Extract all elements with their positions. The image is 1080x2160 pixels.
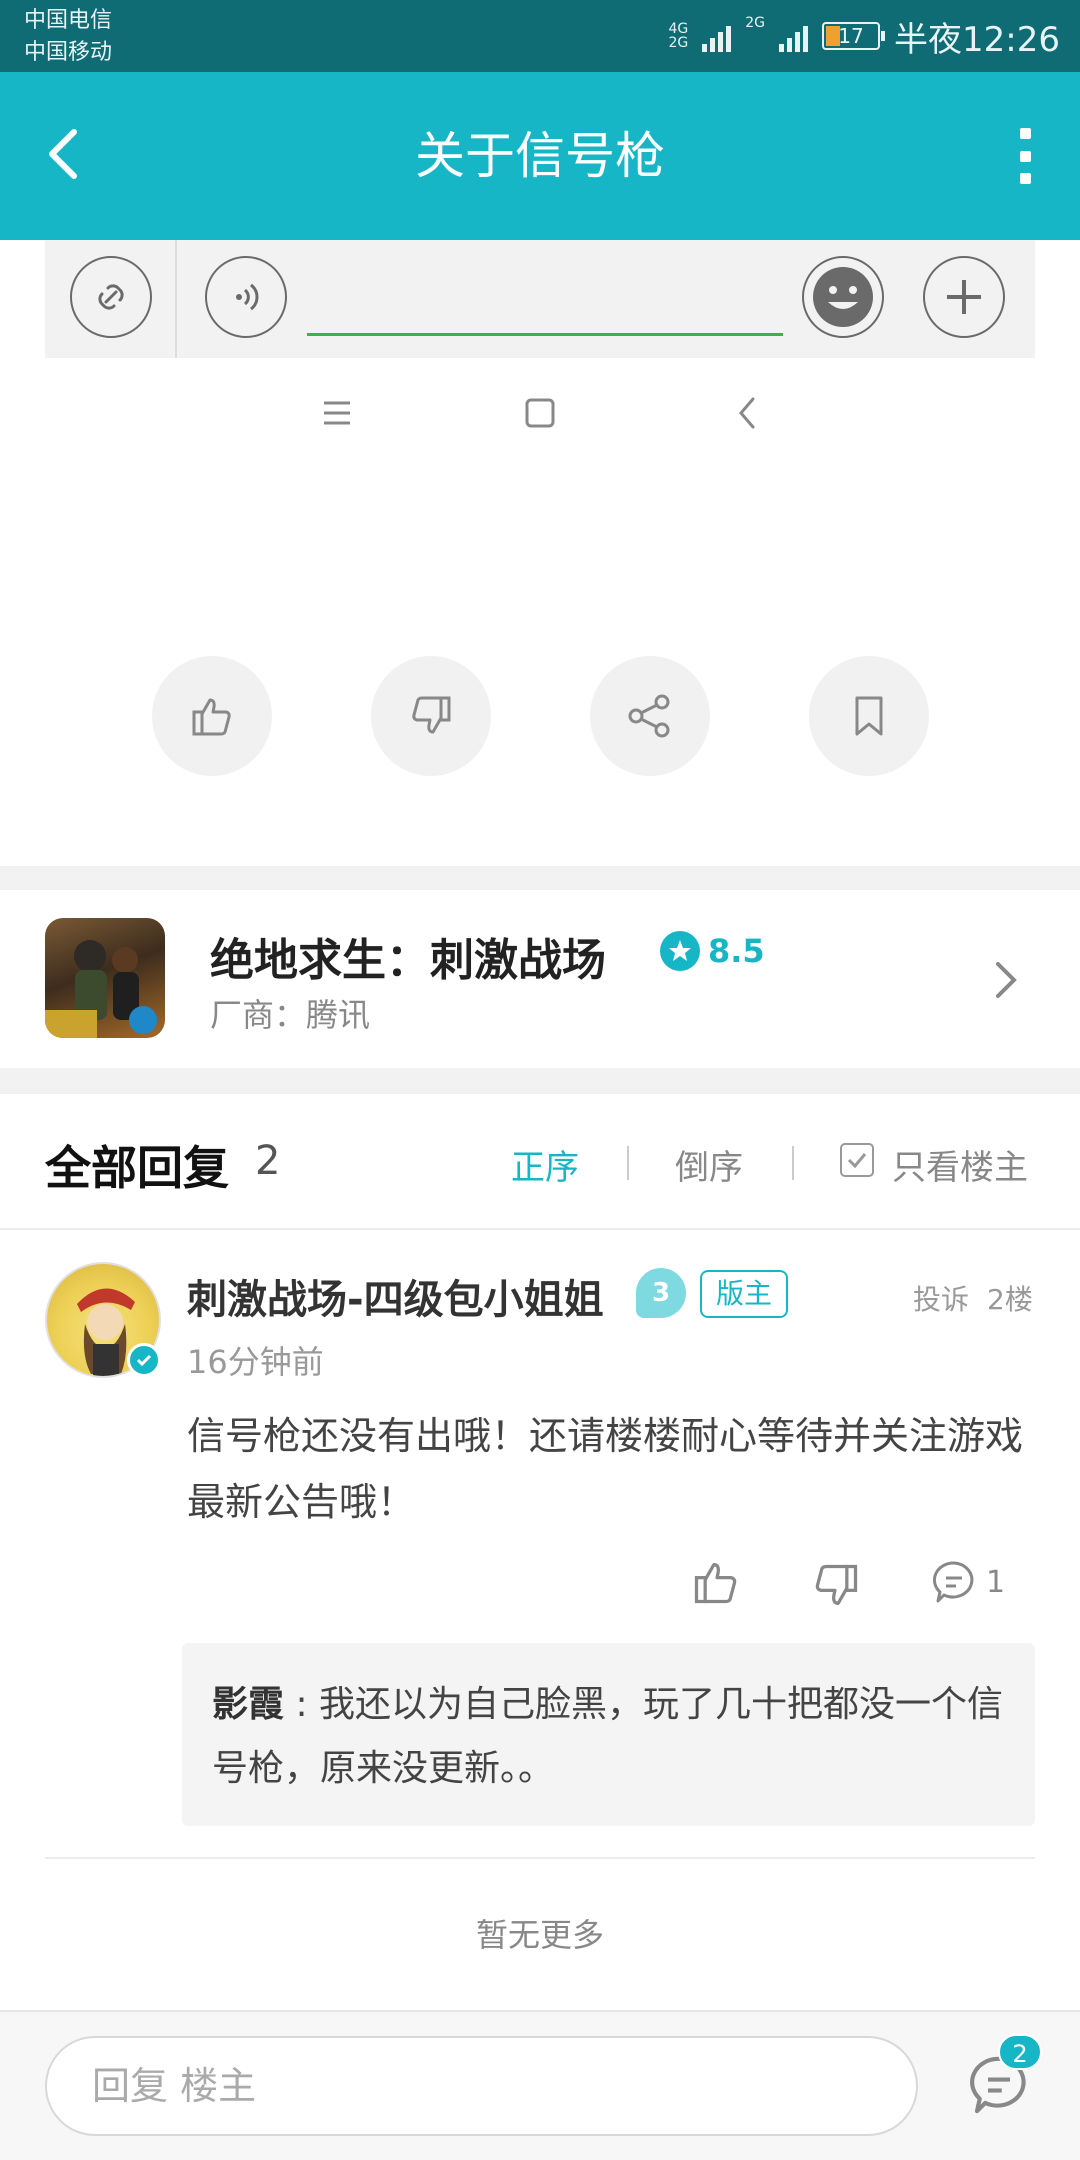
voice-icon	[236, 283, 259, 311]
status-indicators: 4G 2G 2G 17 半夜12:26	[668, 12, 1060, 60]
floor-number: 2楼	[987, 1283, 1033, 1316]
bookmark-icon	[855, 696, 883, 736]
reply-input[interactable]: 回复 楼主	[45, 2036, 918, 2136]
system-home-button[interactable]	[523, 395, 557, 435]
comment-username[interactable]: 刺激战场-四级包小姐姐	[187, 1267, 604, 1325]
comment-like-button[interactable]	[690, 1556, 742, 1612]
carrier-2: 中国移动	[24, 40, 113, 65]
comment-time: 16分钟前	[187, 1343, 324, 1381]
link-icon	[98, 284, 124, 310]
plus-icon	[947, 280, 981, 314]
sub-reply-colon: :	[284, 1684, 320, 1725]
game-icon	[45, 918, 165, 1038]
chevron-right-icon	[990, 958, 1020, 1006]
comment-text: 信号枪还没有出哦！还请楼楼耐心等待并关注游戏最新公告哦！	[187, 1414, 1024, 1524]
divider	[627, 1146, 629, 1180]
divider	[792, 1146, 794, 1180]
comments-count-badge: 2	[998, 2034, 1042, 2070]
sub-reply[interactable]: 影霞 : 我还以为自己脸黑，玩了几十把都没一个信号枪，原来没更新。。	[182, 1643, 1035, 1826]
dot-icon	[1019, 173, 1031, 184]
dot-icon	[1019, 128, 1031, 139]
divider	[45, 1857, 1035, 1859]
menu-icon	[324, 401, 350, 425]
game-title: 绝地求生：刺激战场	[210, 935, 606, 986]
emoji-icon	[813, 267, 873, 327]
replies-count: 2	[255, 1138, 281, 1184]
share-button[interactable]	[590, 656, 710, 776]
thumb-up-icon	[694, 1563, 737, 1604]
network-type-2: 2G	[745, 15, 766, 31]
sort-descending-tab[interactable]: 倒序	[675, 1140, 743, 1189]
link-button[interactable]	[70, 256, 152, 338]
network-type-1: 4G 2G	[668, 21, 689, 51]
owner-only-checkbox[interactable]	[840, 1143, 874, 1177]
no-more-label: 暂无更多	[475, 1916, 604, 1954]
section-separator	[0, 866, 1080, 890]
rating-value: 8.5	[708, 932, 765, 970]
signal-1-icon	[702, 20, 732, 52]
replies-title: 全部回复	[45, 1141, 229, 1195]
back-button[interactable]	[40, 124, 100, 184]
signal-2-icon	[779, 20, 809, 52]
like-button[interactable]	[152, 656, 272, 776]
toolbar-divider	[175, 240, 177, 358]
thumb-down-icon	[815, 1564, 858, 1605]
sub-reply-text: 我还以为自己脸黑，玩了几十把都没一个信号枪，原来没更新。。	[212, 1684, 1004, 1789]
system-back-button[interactable]	[731, 395, 765, 435]
game-vendor: 厂商：腾讯	[210, 996, 371, 1034]
thumb-down-icon	[412, 696, 451, 734]
report-link[interactable]: 投诉	[913, 1278, 969, 1318]
dot-icon	[1019, 150, 1031, 162]
reply-count: 1	[986, 1564, 1006, 1600]
comment-bubble-icon	[932, 1561, 974, 1603]
sort-ascending-tab[interactable]: 正序	[511, 1140, 579, 1189]
owner-only-label[interactable]: 只看楼主	[892, 1140, 1028, 1189]
page-title: 关于信号枪	[415, 127, 665, 185]
emoji-button[interactable]	[802, 256, 884, 338]
add-button[interactable]	[923, 256, 1005, 338]
dislike-button[interactable]	[371, 656, 491, 776]
system-menu-button[interactable]	[320, 395, 354, 435]
check-icon	[847, 1153, 867, 1169]
carrier-1: 中国电信	[24, 8, 113, 33]
comment-text-input[interactable]	[307, 262, 783, 332]
square-icon	[525, 398, 555, 428]
divider	[0, 1228, 1080, 1230]
game-artwork-icon	[45, 940, 157, 1038]
battery-icon: 17	[822, 22, 886, 50]
back-arrow-icon	[49, 129, 77, 179]
chevron-left-icon	[739, 397, 755, 429]
section-separator	[0, 1068, 1080, 1094]
thumb-up-icon	[192, 698, 231, 736]
moderator-badge: 版主	[700, 1270, 789, 1318]
star-icon	[660, 931, 700, 971]
battery-level: 17	[838, 24, 864, 48]
clock: 半夜12:26	[894, 19, 1060, 60]
voice-button[interactable]	[205, 256, 287, 338]
verified-icon	[127, 1343, 161, 1377]
sub-reply-author[interactable]: 影霞	[212, 1684, 284, 1725]
share-icon	[628, 694, 670, 738]
input-underline	[307, 333, 783, 336]
comment-dislike-button[interactable]	[810, 1560, 862, 1616]
level-badge: 3	[636, 1268, 686, 1318]
comment-reply-button[interactable]: 1	[930, 1558, 1005, 1606]
bookmark-button[interactable]	[809, 656, 929, 776]
game-rating: 8.5	[660, 931, 765, 971]
title-bar: 关于信号枪	[0, 72, 1080, 240]
status-bar: 中国电信 中国移动 4G 2G 2G 17 半夜12:26	[0, 0, 1080, 72]
more-menu-button[interactable]	[1010, 128, 1040, 184]
